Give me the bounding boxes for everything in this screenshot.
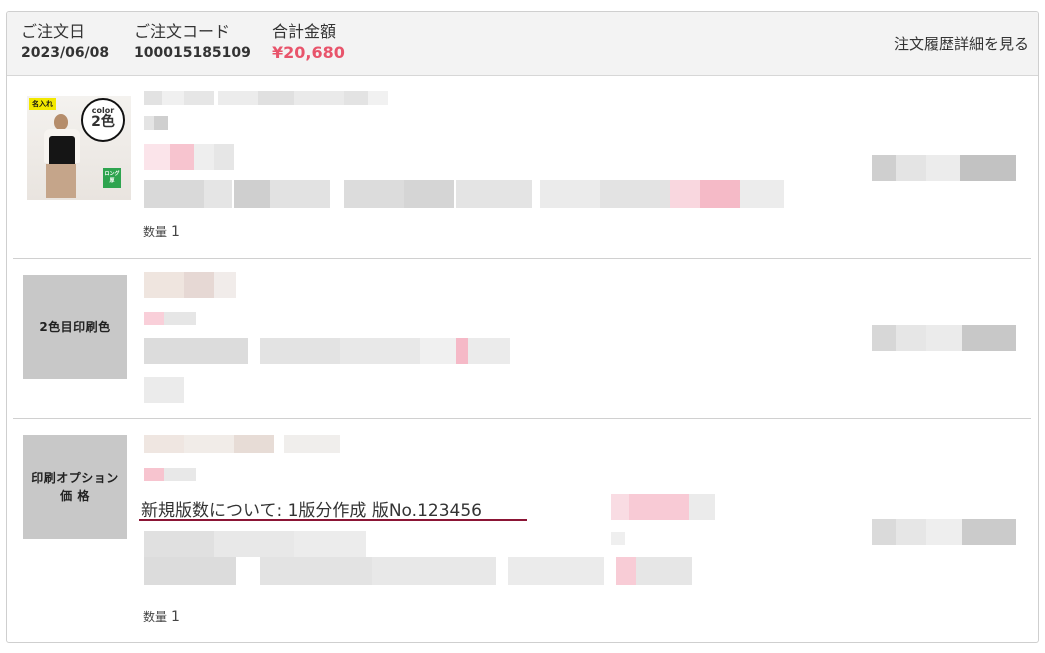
name-print-tag: 名入れ	[29, 98, 56, 110]
blurred-option-price	[144, 312, 196, 325]
blurred-print-option-price	[144, 468, 196, 481]
order-code-block: ご注文コード 100015185109	[134, 22, 251, 63]
blurred-product-options	[144, 180, 784, 208]
plate-info-note: 新規版数について: 1版分作成 版No.123456	[141, 501, 482, 521]
print-option-label: 印刷オプション 価 格	[31, 469, 119, 505]
blurred-plate-sub	[611, 532, 625, 545]
quantity-value: 1	[171, 609, 180, 625]
color-badge-bottom: 2色	[91, 114, 115, 130]
print-option-thumbnail[interactable]: 印刷オプション 価 格	[23, 435, 127, 539]
order-code-label: ご注文コード	[134, 22, 231, 41]
quantity-label: 数量	[143, 225, 168, 239]
print-option-label-line2: 価 格	[60, 489, 90, 503]
blurred-plate-price	[611, 494, 715, 520]
blurred-option-qty	[144, 377, 184, 403]
order-total-block: 合計金額 ¥20,680	[272, 22, 345, 63]
blurred-print-option-subtotal	[872, 519, 1016, 545]
quantity: 数量 1	[143, 223, 180, 240]
blurred-product-sub	[144, 116, 168, 130]
model-figure	[39, 114, 81, 198]
order-total-value: ¥20,680	[272, 43, 345, 62]
order-total-label: 合計金額	[272, 22, 337, 41]
order-date-label: ご注文日	[21, 22, 86, 41]
quantity-value: 1	[171, 224, 180, 240]
blurred-product-price	[144, 144, 234, 170]
second-color-print-label: 2色目印刷色	[39, 320, 111, 334]
print-option-label-line1: 印刷オプション	[31, 471, 119, 485]
blurred-product-name	[144, 91, 388, 105]
blurred-option-subtotal	[872, 325, 1016, 351]
quantity-label: 数量	[143, 610, 168, 624]
model-head	[54, 114, 68, 130]
note-underline	[139, 519, 527, 521]
order-date-block: ご注文日 2023/06/08	[21, 22, 109, 63]
order-card: ご注文日 2023/06/08 ご注文コード 100015185109 合計金額…	[6, 11, 1039, 643]
order-code-value: 100015185109	[134, 45, 251, 61]
blurred-print-option-name	[144, 435, 340, 453]
order-history-detail-link[interactable]: 注文履歴詳細を見る	[894, 33, 1029, 54]
quantity: 数量 1	[143, 608, 180, 625]
long-thick-badge: ロング厚	[103, 168, 121, 188]
item-divider	[13, 258, 1031, 259]
product-thumbnail[interactable]: 名入れ color 2色 ロング厚	[27, 96, 131, 200]
second-color-print-thumbnail[interactable]: 2色目印刷色	[23, 275, 127, 379]
blurred-option-detail	[144, 338, 510, 364]
blurred-item-subtotal	[872, 155, 1016, 181]
blurred-print-option-detail-2	[144, 557, 692, 585]
order-date-value: 2023/06/08	[21, 45, 110, 61]
item-divider	[13, 418, 1031, 419]
blurred-print-option-detail	[144, 531, 366, 557]
blurred-option-name	[144, 272, 236, 298]
order-header: ご注文日 2023/06/08 ご注文コード 100015185109 合計金額…	[7, 12, 1038, 76]
color-count-badge: color 2色	[81, 98, 125, 142]
model-skirt	[46, 164, 76, 198]
